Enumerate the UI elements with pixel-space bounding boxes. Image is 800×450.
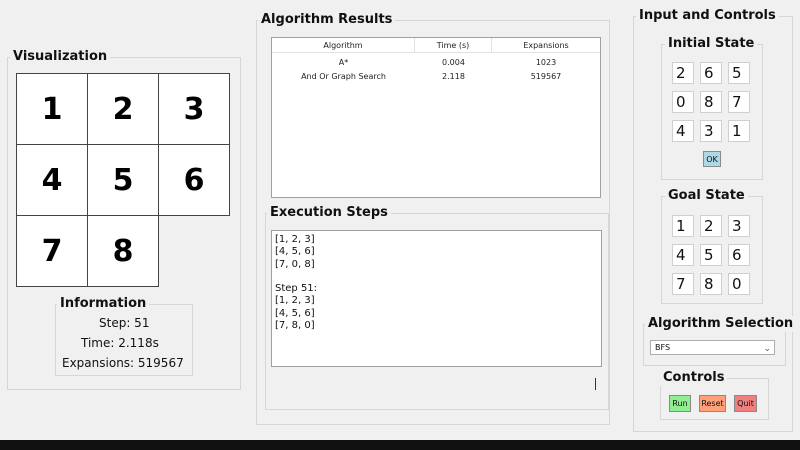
col-header-algorithm[interactable]: Algorithm — [272, 38, 415, 53]
cell-expansions: 519567 — [530, 71, 562, 81]
tile-5: 5 — [87, 144, 159, 216]
controls-panel-title: Input and Controls — [636, 8, 779, 24]
goal-cell-5[interactable] — [728, 244, 750, 266]
algorithm-select-value: BFS — [655, 343, 671, 352]
chevron-down-icon: ⌄ — [763, 344, 771, 354]
initial-cell-8[interactable] — [728, 120, 750, 142]
steps-textarea[interactable]: [1, 2, 3] [4, 5, 6] [7, 0, 8] Step 51: [… — [271, 230, 602, 367]
text-cursor-icon — [595, 378, 596, 390]
col-header-expansions[interactable]: Expansions — [492, 38, 600, 53]
tile-7: 7 — [16, 215, 88, 287]
initial-state-title: Initial State — [665, 36, 758, 52]
controls-title: Controls — [660, 370, 728, 386]
initial-cell-2[interactable] — [728, 62, 750, 84]
quit-button[interactable]: Quit — [734, 395, 757, 412]
info-time: Time: 2.118s — [81, 336, 159, 350]
goal-cell-6[interactable] — [672, 273, 694, 295]
col-header-time[interactable]: Time (s) — [415, 38, 492, 53]
goal-cell-2[interactable] — [728, 215, 750, 237]
tile-6: 6 — [158, 144, 230, 216]
results-title: Algorithm Results — [258, 12, 396, 28]
goal-cell-3[interactable] — [672, 244, 694, 266]
taskbar — [0, 440, 800, 450]
goal-cell-7[interactable] — [700, 273, 722, 295]
reset-button[interactable]: Reset — [699, 395, 726, 412]
goal-cell-0[interactable] — [672, 215, 694, 237]
cell-time: 0.004 — [442, 57, 465, 67]
info-expansions: Expansions: 519567 — [62, 356, 184, 370]
cell-algorithm: And Or Graph Search — [301, 71, 386, 81]
initial-cell-7[interactable] — [700, 120, 722, 142]
goal-cell-8[interactable] — [728, 273, 750, 295]
cell-time: 2.118 — [442, 71, 465, 81]
results-table: Algorithm Time (s) Expansions A* 0.004 1… — [271, 37, 601, 198]
initial-cell-1[interactable] — [700, 62, 722, 84]
tile-1: 1 — [16, 73, 88, 145]
initial-cell-0[interactable] — [672, 62, 694, 84]
visualization-title: Visualization — [10, 49, 111, 65]
initial-cell-4[interactable] — [700, 91, 722, 113]
steps-title: Execution Steps — [267, 205, 391, 221]
tile-8: 8 — [87, 215, 159, 287]
algorithm-selection-title: Algorithm Selection — [645, 316, 797, 332]
tile-4: 4 — [16, 144, 88, 216]
run-button[interactable]: Run — [669, 395, 691, 412]
initial-cell-3[interactable] — [672, 91, 694, 113]
goal-cell-4[interactable] — [700, 244, 722, 266]
goal-cell-1[interactable] — [700, 215, 722, 237]
info-step: Step: 51 — [99, 316, 150, 330]
goal-state-title: Goal State — [665, 188, 748, 204]
algorithm-select[interactable]: BFS ⌄ — [650, 340, 775, 355]
steps-text: [1, 2, 3] [4, 5, 6] [7, 0, 8] Step 51: [… — [275, 234, 318, 332]
ok-button[interactable]: OK — [703, 151, 721, 167]
information-title: Information — [57, 296, 150, 312]
initial-cell-5[interactable] — [728, 91, 750, 113]
cell-algorithm: A* — [338, 57, 349, 67]
cell-expansions: 1023 — [535, 57, 557, 67]
tile-2: 2 — [87, 73, 159, 145]
tile-3: 3 — [158, 73, 230, 145]
initial-cell-6[interactable] — [672, 120, 694, 142]
